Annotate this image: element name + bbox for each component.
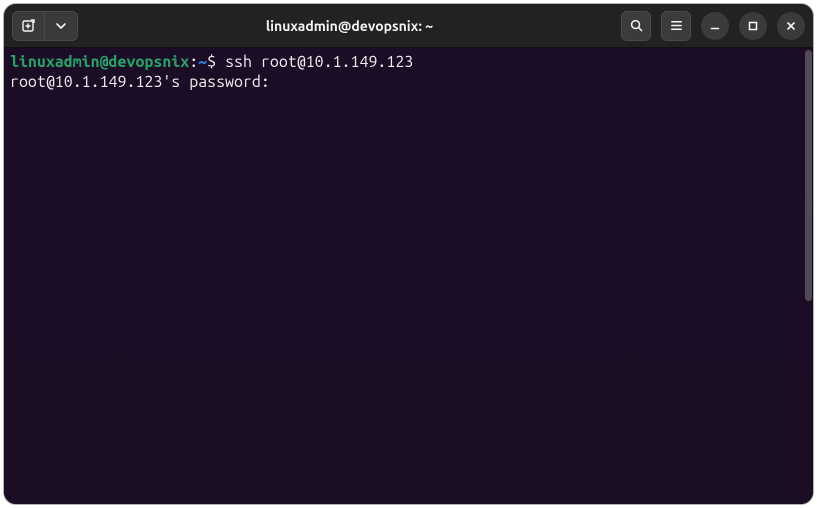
new-tab-dropdown[interactable] bbox=[45, 12, 77, 40]
command-space bbox=[216, 53, 225, 71]
close-button[interactable] bbox=[777, 12, 805, 40]
command-text: ssh root@10.1.149.123 bbox=[225, 53, 413, 71]
output-line: root@10.1.149.123's password: bbox=[10, 72, 807, 92]
close-icon bbox=[785, 20, 797, 32]
prompt-separator: : bbox=[189, 53, 198, 71]
minimize-icon bbox=[709, 20, 721, 32]
search-button[interactable] bbox=[621, 11, 651, 41]
prompt-user-host: linuxadmin@devopsnix bbox=[10, 53, 189, 71]
maximize-button[interactable] bbox=[739, 12, 767, 40]
new-tab-icon bbox=[21, 18, 37, 34]
new-tab-button[interactable] bbox=[13, 12, 45, 40]
maximize-icon bbox=[747, 20, 759, 32]
minimize-button[interactable] bbox=[701, 12, 729, 40]
new-tab-group bbox=[12, 11, 78, 41]
window-title: linuxadmin@devopsnix: ~ bbox=[84, 18, 615, 34]
terminal-body[interactable]: linuxadmin@devopsnix:~$ ssh root@10.1.14… bbox=[4, 48, 813, 504]
menu-button[interactable] bbox=[661, 11, 691, 41]
terminal-window: linuxadmin@devopsnix: ~ bbox=[4, 4, 813, 504]
search-icon bbox=[629, 18, 644, 33]
titlebar: linuxadmin@devopsnix: ~ bbox=[4, 4, 813, 48]
scrollbar-thumb[interactable] bbox=[805, 50, 812, 301]
prompt-symbol: $ bbox=[207, 53, 216, 71]
chevron-down-icon bbox=[55, 20, 67, 32]
prompt-line: linuxadmin@devopsnix:~$ ssh root@10.1.14… bbox=[10, 52, 807, 72]
prompt-path: ~ bbox=[198, 53, 207, 71]
hamburger-icon bbox=[669, 18, 684, 33]
window-right-controls bbox=[621, 11, 805, 41]
